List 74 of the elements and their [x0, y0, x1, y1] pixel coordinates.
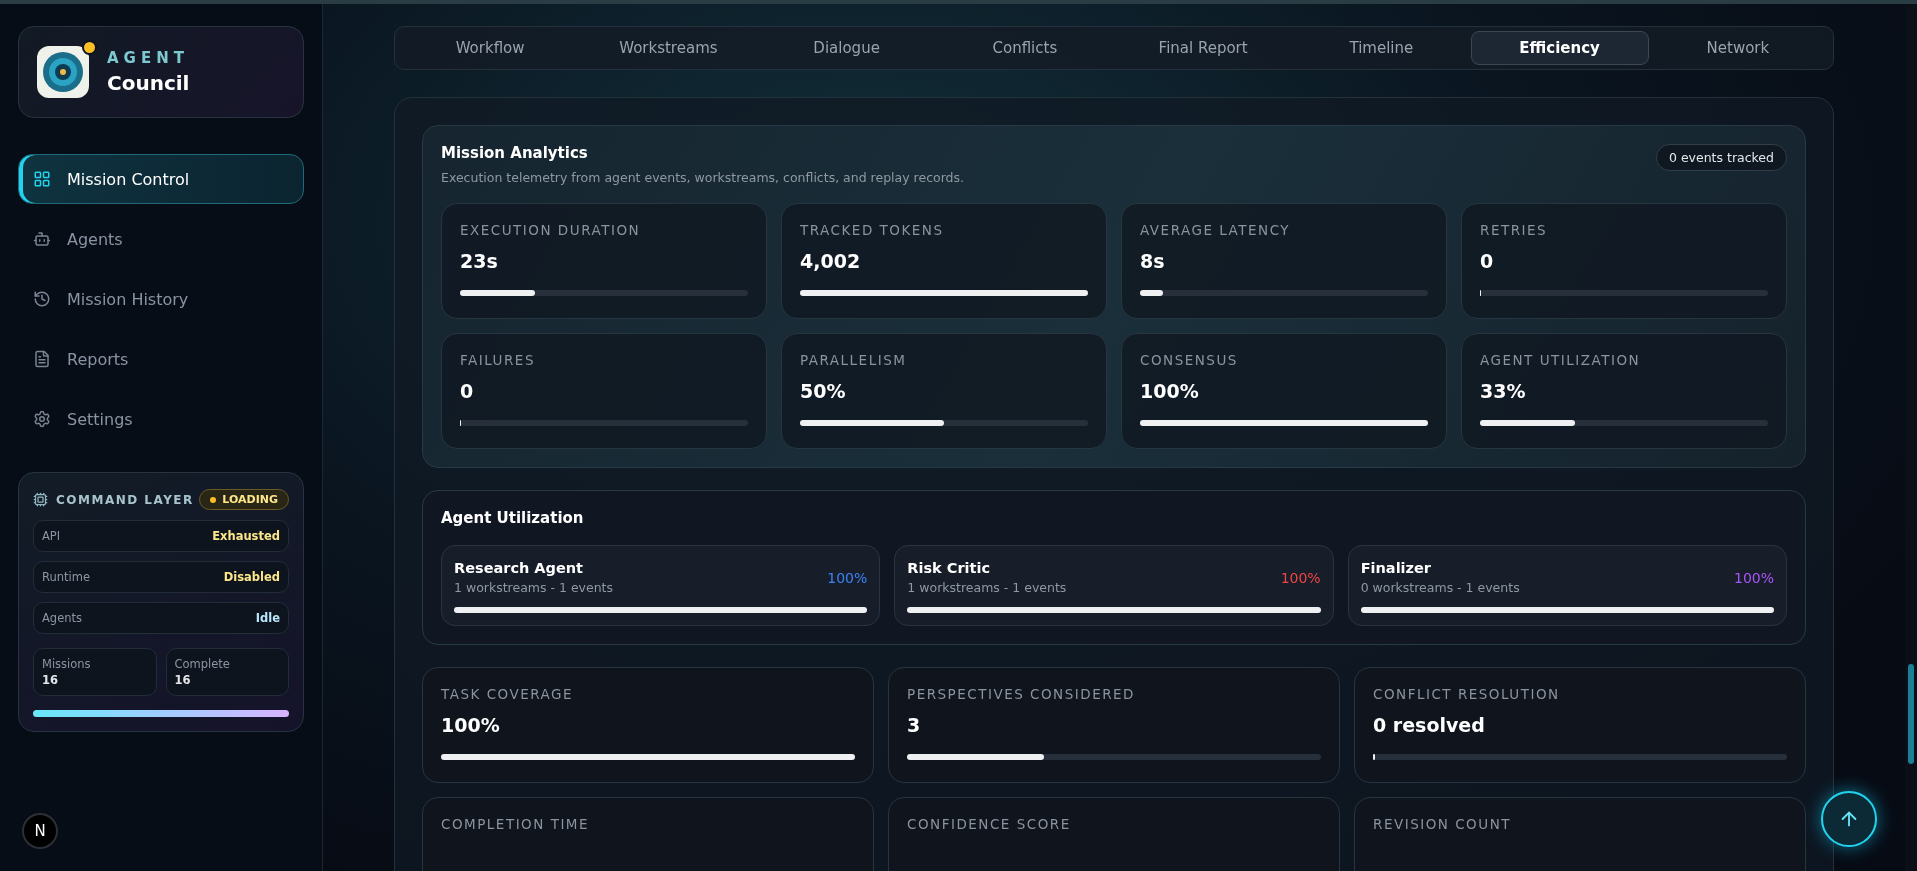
metric-label: TRACKED TOKENS [800, 222, 945, 238]
agent-percent: 100% [1733, 570, 1774, 588]
stat-label: Complete [174, 657, 231, 671]
stat-label: Missions [42, 657, 92, 671]
agent-detail: 1 workstreams - 1 events [454, 580, 613, 595]
nav-item[interactable]: Mission Control [18, 154, 304, 204]
tab[interactable]: Dialogue [757, 31, 936, 65]
metric-value: 0 [460, 380, 475, 402]
n-badge[interactable]: N [22, 813, 58, 849]
metric-label: RETRIES [1480, 222, 1549, 238]
agent-percent: 100% [1280, 570, 1321, 588]
status-value: Idle [255, 611, 280, 625]
scroll-up-button[interactable] [1821, 791, 1877, 847]
metric-label: AGENT UTILIZATION [1480, 352, 1642, 368]
metric-value: 50% [800, 380, 847, 402]
metric-value: 0 [1480, 250, 1495, 272]
logo-icon [37, 46, 89, 98]
tab[interactable]: Conflicts [935, 31, 1114, 65]
metric-value: 23s [460, 250, 499, 272]
metric-label: CONFIDENCE SCORE [907, 816, 1072, 832]
agent-name: Risk Critic [907, 560, 992, 576]
settings-icon [33, 410, 51, 428]
metric-label: TASK COVERAGE [441, 686, 575, 702]
command-layer-title: COMMAND LAYER [56, 492, 194, 507]
section-subtitle: Execution telemetry from agent events, workstreams, conflicts, and replay records. [441, 170, 964, 185]
tab[interactable]: Efficiency [1470, 31, 1649, 65]
metric-label: CONFLICT RESOLUTION [1373, 686, 1561, 702]
tab[interactable]: Workstreams [579, 31, 758, 65]
metric-value: 4,002 [800, 250, 862, 272]
metric-label: REVISION COUNT [1373, 816, 1512, 832]
metric-value: 0 resolved [1373, 714, 1486, 736]
metric-label: FAILURES [460, 352, 536, 368]
section-title: Agent Utilization [441, 509, 585, 527]
nav-item[interactable]: Settings [18, 394, 304, 444]
tab[interactable]: Final Report [1114, 31, 1293, 65]
agent-percent: 100% [827, 570, 868, 588]
events-badge: 0 events tracked [1656, 144, 1787, 171]
document-icon [33, 350, 51, 368]
nav-item[interactable]: Reports [18, 334, 304, 384]
status-value: Disabled [223, 570, 280, 584]
brand-title: Council [107, 71, 190, 95]
metric-value: 33% [1480, 380, 1527, 402]
stat-value: 16 [174, 673, 192, 687]
metric-label: COMPLETION TIME [441, 816, 591, 832]
metric-label: CONSENSUS [1140, 352, 1239, 368]
brand-kicker: AGENT [107, 49, 190, 67]
status-label: Agents [42, 611, 83, 625]
nav-item[interactable]: Agents [18, 214, 304, 264]
grid-icon [33, 170, 51, 188]
metric-value: 100% [441, 714, 501, 736]
tab[interactable]: Network [1648, 31, 1827, 65]
tab[interactable]: Workflow [401, 31, 580, 65]
stat-value: 16 [42, 673, 59, 687]
metric-value: 3 [907, 714, 922, 736]
metric-label: PERSPECTIVES CONSIDERED [907, 686, 1136, 702]
history-icon [33, 290, 51, 308]
status-label: Runtime [42, 570, 91, 584]
robot-icon [33, 230, 51, 248]
metric-label: PARALLELISM [800, 352, 908, 368]
metric-label: AVERAGE LATENCY [1140, 222, 1292, 238]
metric-value: 8s [1140, 250, 1166, 272]
status-label: API [42, 529, 61, 543]
tab[interactable]: Timeline [1292, 31, 1471, 65]
agent-detail: 1 workstreams - 1 events [907, 580, 1067, 595]
metric-value: 100% [1140, 380, 1200, 402]
section-title: Mission Analytics [441, 144, 589, 162]
agent-name: Research Agent [454, 560, 585, 576]
metric-label: EXECUTION DURATION [460, 222, 642, 238]
status-badge: LOADING [199, 489, 289, 510]
agent-detail: 0 workstreams - 1 events [1360, 580, 1520, 595]
chip-icon [33, 492, 48, 507]
nav-item[interactable]: Mission History [18, 274, 304, 324]
agent-name: Finalizer [1360, 560, 1432, 576]
status-value: Exhausted [212, 529, 280, 543]
